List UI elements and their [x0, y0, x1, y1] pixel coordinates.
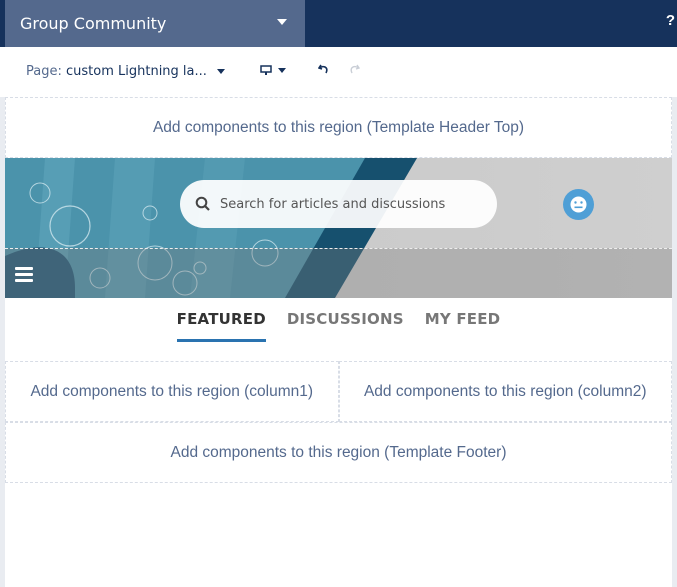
search-placeholder: Search for articles and discussions [220, 196, 446, 212]
region-label: Add components to this region (column1) [30, 382, 314, 400]
navigation-bar [5, 248, 672, 298]
search-icon [195, 196, 210, 211]
user-avatar[interactable] [563, 189, 594, 220]
community-selector[interactable]: Group Community [5, 0, 305, 47]
region-label: Add components to this region (Template … [170, 443, 507, 461]
device-selector[interactable] [260, 65, 286, 76]
undo-icon [317, 64, 328, 74]
undo-button[interactable] [317, 63, 330, 78]
redo-button[interactable] [348, 63, 361, 78]
chevron-down-icon [278, 68, 286, 73]
help-button[interactable]: ? [666, 12, 675, 29]
region-template-header-top[interactable]: Add components to this region (Template … [5, 97, 672, 158]
tab-featured[interactable]: FEATURED [176, 310, 266, 342]
page-selector[interactable]: Page: custom Lightning la... [26, 64, 226, 79]
page-canvas: Add components to this region (Template … [5, 97, 672, 587]
redo-icon [350, 64, 361, 74]
page-label: Page: [26, 64, 62, 79]
hamburger-icon[interactable] [15, 267, 33, 285]
column-regions: Add components to this region (column1) … [5, 361, 672, 422]
region-template-footer[interactable]: Add components to this region (Template … [5, 422, 672, 483]
region-column2[interactable]: Add components to this region (column2) [338, 361, 672, 422]
feed-tabs: FEATURED DISCUSSIONS MY FEED [5, 298, 672, 361]
region-column1[interactable]: Add components to this region (column1) [5, 361, 339, 422]
header-banner: Search for articles and discussions [5, 158, 672, 298]
builder-header: Group Community ? [0, 0, 677, 47]
community-name: Group Community [20, 14, 167, 33]
smiley-icon [570, 196, 587, 213]
chevron-down-icon [277, 19, 287, 25]
search-input[interactable]: Search for articles and discussions [180, 180, 497, 228]
desktop-icon [260, 65, 272, 75]
region-label: Add components to this region (column2) [363, 382, 647, 400]
page-toolbar: Page: custom Lightning la... [0, 47, 677, 97]
chevron-down-icon [217, 69, 226, 74]
tab-discussions[interactable]: DISCUSSIONS [287, 310, 404, 342]
page-value: custom Lightning la... [66, 64, 207, 79]
region-label: Add components to this region (Template … [152, 118, 525, 136]
tab-my-feed[interactable]: MY FEED [425, 310, 501, 342]
